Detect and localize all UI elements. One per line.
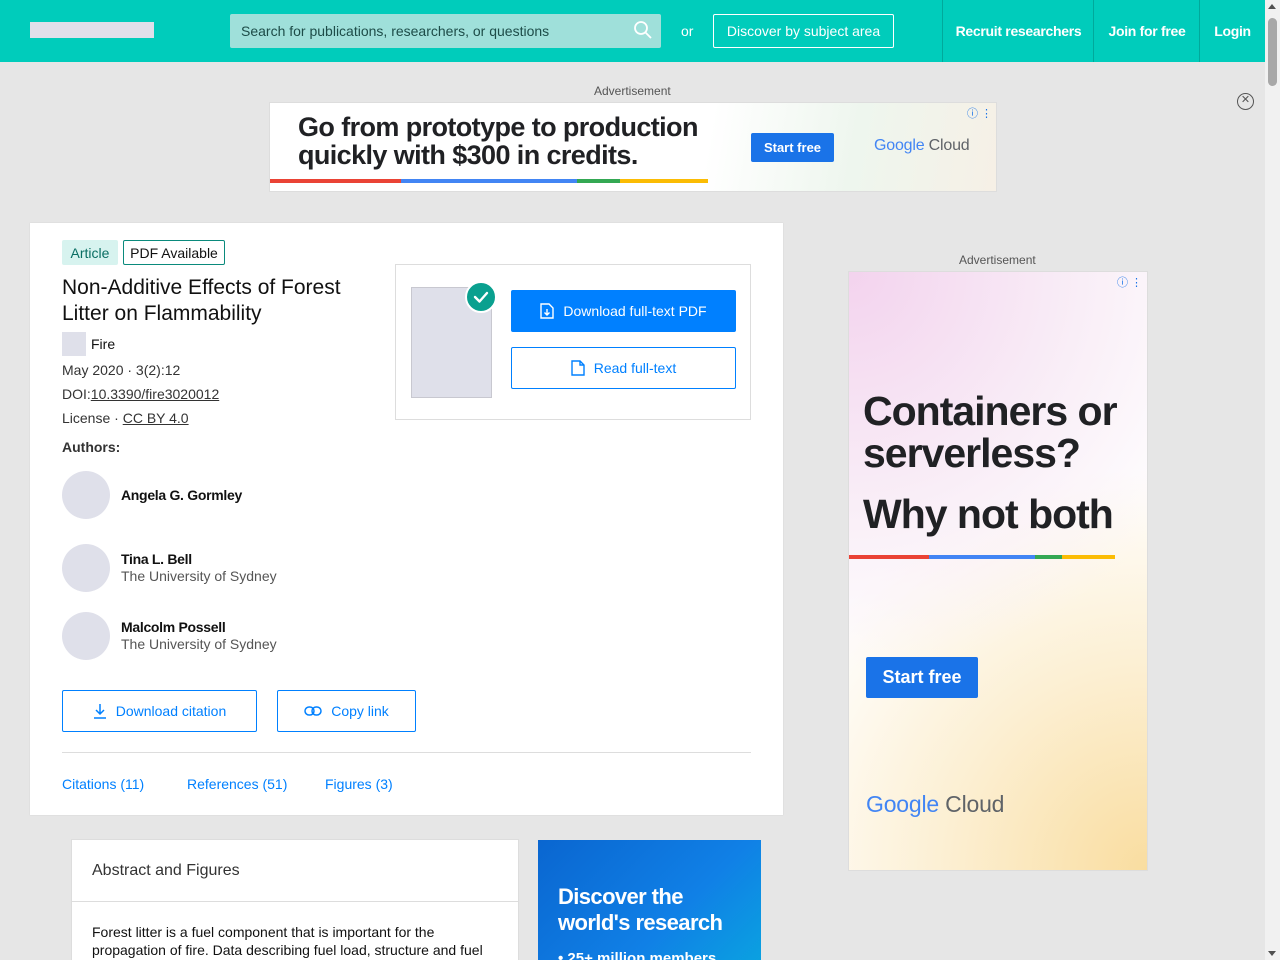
banner-ad[interactable]: Go from prototype to production quickly … [269,102,997,192]
article-title: Non-Additive Effects of Forest Litter on… [62,276,341,325]
join-for-free-link[interactable]: Join for free [1093,0,1200,62]
abstract-card: Abstract and Figures Forest litter is a … [71,839,519,960]
search-input[interactable] [230,14,630,48]
tab-figures[interactable]: Figures (3) [325,776,393,792]
doi-line: DOI:10.3390/fire3020012 [62,386,219,402]
side-ad-headline-2: Why not both [863,491,1114,537]
side-ad[interactable]: ⓘ ⋮ Containers or serverless? Why not bo… [848,271,1148,871]
side-ad-info-icon[interactable]: ⓘ ⋮ [1117,274,1142,290]
abstract-text: Forest litter is a fuel component that i… [92,924,483,958]
author-affiliation[interactable]: The University of Sydney [121,636,277,652]
search-box [230,14,661,48]
promo-title: Discover the world's research [558,884,723,935]
top-header: or Discover by subject area Recruit rese… [0,0,1265,62]
copy-link-button[interactable]: Copy link [277,690,416,732]
license-line: License · CC BY 4.0 [62,410,189,426]
author-affiliation[interactable]: The University of Sydney [121,568,277,584]
side-ad-headline: Containers or serverless? [863,388,1118,476]
avatar[interactable] [62,612,110,660]
google-wordmark: Google [874,137,925,154]
login-link[interactable]: Login [1199,0,1265,62]
publication-date: May 2020 · 3(2):12 [62,362,181,378]
authors-label: Authors: [62,439,121,455]
ad-info-icon[interactable]: ⓘ ⋮ [967,105,992,121]
tab-references[interactable]: References (51) [187,776,287,792]
scroll-thumb[interactable] [1268,18,1277,86]
avatar[interactable] [62,471,110,519]
journal-logo[interactable] [62,332,86,356]
banner-start-free-button[interactable]: Start free [751,133,834,162]
journal-name[interactable]: Fire [91,336,115,352]
scroll-up-arrow-icon[interactable] [1268,4,1276,9]
banner-ad-headline: Go from prototype to production quickly … [298,112,698,170]
side-ad-google-cloud-logo: Google Cloud [866,791,1005,817]
abstract-title: Abstract and Figures [92,862,240,879]
read-fulltext-button[interactable]: Read full-text [511,347,736,389]
author-name[interactable]: Malcolm Possell [121,619,226,635]
article-card: Article PDF Available Non-Additive Effec… [30,223,783,815]
promo-subtitle: • 25+ million members [558,950,717,960]
search-icon[interactable] [633,20,653,40]
page-scrollbar[interactable] [1265,0,1280,960]
tabs-divider [62,752,751,753]
ad-label-top: Advertisement [594,84,671,98]
license-prefix: License · [62,410,123,426]
avatar[interactable] [62,544,110,592]
license-link[interactable]: CC BY 4.0 [123,410,189,426]
abstract-header: Abstract and Figures [72,840,518,902]
close-icon[interactable]: ✕ [1237,93,1254,110]
google-wordmark: Google [866,791,939,817]
fulltext-box: Download full-text PDF Read full-text [395,264,751,420]
pdf-available-badge: PDF Available [123,240,225,265]
check-icon [465,281,497,313]
discover-subject-button[interactable]: Discover by subject area [713,14,894,48]
side-ad-start-free-button[interactable]: Start free [866,657,978,698]
scroll-down-arrow-icon[interactable] [1268,951,1276,956]
download-icon [93,704,106,719]
link-icon [304,706,322,716]
download-file-icon [540,303,555,319]
document-icon [571,360,585,376]
discover-research-promo[interactable]: Discover the world's research • 25+ mill… [538,840,761,960]
article-type-badge: Article [62,240,118,265]
recruit-researchers-link[interactable]: Recruit researchers [942,0,1094,62]
side-ad-color-strip [849,555,1115,559]
banner-color-strip [270,179,708,183]
doi-prefix: DOI: [62,386,91,402]
author-name[interactable]: Angela G. Gormley [121,487,242,503]
doi-link[interactable]: 10.3390/fire3020012 [91,386,219,402]
tab-citations[interactable]: Citations (11) [62,776,144,792]
site-logo[interactable] [30,22,154,38]
ad-label-side: Advertisement [959,253,1036,267]
download-citation-button[interactable]: Download citation [62,690,257,732]
author-name[interactable]: Tina L. Bell [121,551,192,567]
banner-google-cloud-logo: Google Cloud [874,137,970,154]
or-text: or [681,23,694,39]
download-fulltext-pdf-button[interactable]: Download full-text PDF [511,290,736,332]
